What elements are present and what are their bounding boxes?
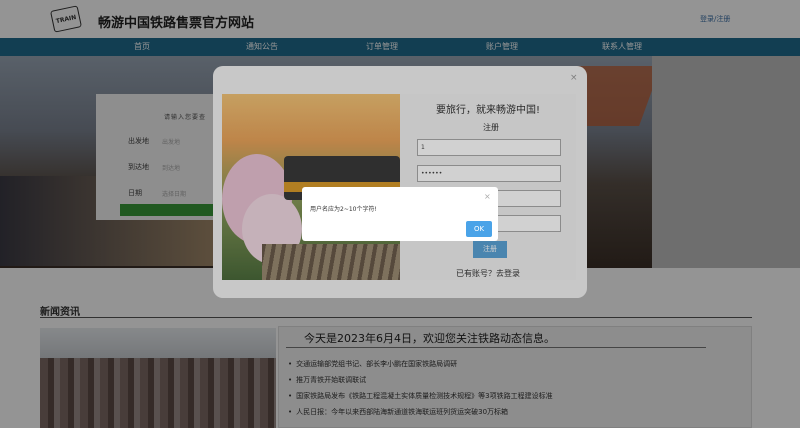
alert-message: 用户名应为2~10个字符! <box>310 206 377 213</box>
alert-backdrop <box>213 66 587 298</box>
alert-ok-button[interactable]: OK <box>466 221 492 237</box>
alert-close-icon[interactable]: × <box>484 192 491 201</box>
